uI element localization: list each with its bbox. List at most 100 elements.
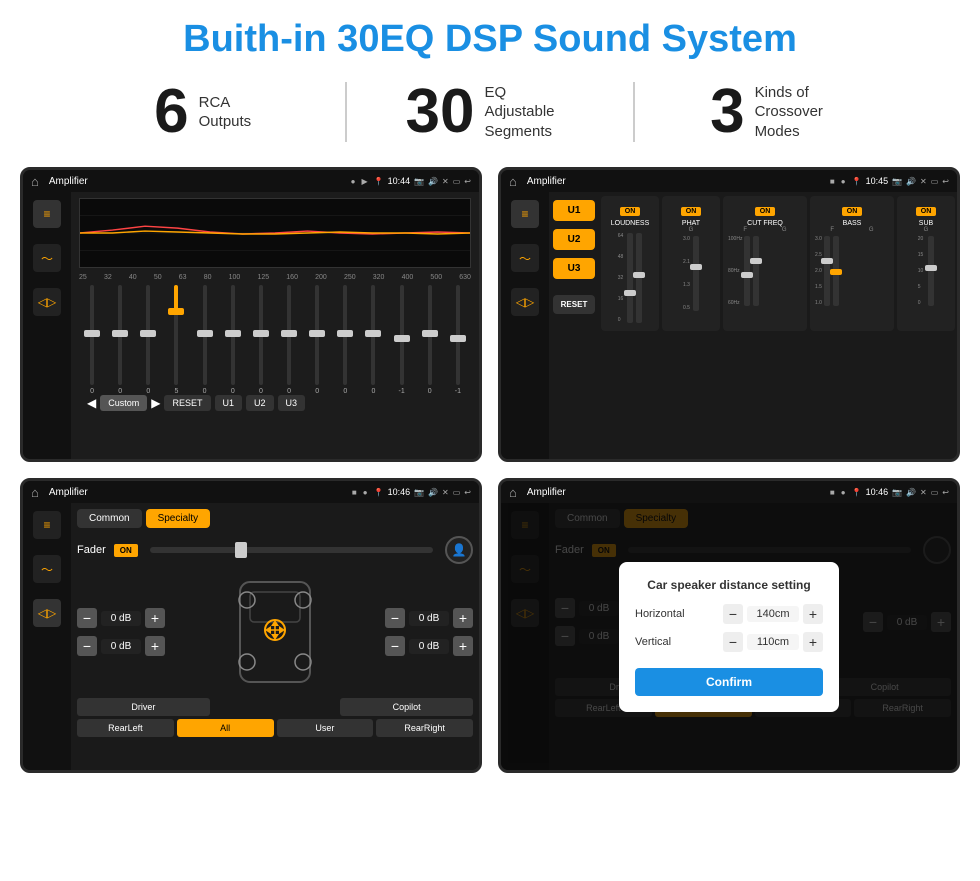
eq-wave-icon[interactable]: 〜 xyxy=(33,244,61,272)
stat-rca-text: RCAOutputs xyxy=(199,93,252,132)
rl-minus[interactable]: − xyxy=(77,636,97,656)
loudness-toggle[interactable]: ON xyxy=(620,207,641,216)
rearright-btn[interactable]: RearRight xyxy=(376,719,473,737)
copilot-btn[interactable]: Copilot xyxy=(340,698,473,716)
rl-plus[interactable]: + xyxy=(145,636,165,656)
vertical-minus[interactable]: − xyxy=(723,632,743,652)
cam-icon-3: 📷 xyxy=(414,488,424,497)
fader-user-icon[interactable]: 👤 xyxy=(445,536,473,564)
home-icon-1[interactable]: ⌂ xyxy=(31,174,39,189)
status-icons-1: 📍 10:44 📷 🔊 ✕ ▭ ↩ xyxy=(374,176,471,186)
home-icon-4[interactable]: ⌂ xyxy=(509,485,517,500)
phat-toggle[interactable]: ON xyxy=(681,207,702,216)
screen-crossover: ⌂ Amplifier ■ ● 📍 10:45 📷 🔊 ✕ ▭ ↩ ≡ 〜 ◁▷… xyxy=(498,167,960,462)
cross-presets: U1 U2 U3 RESET xyxy=(549,192,599,459)
horizontal-minus[interactable]: − xyxy=(723,604,743,624)
cross-speaker-icon[interactable]: ◁▷ xyxy=(511,288,539,316)
eq-slider-13[interactable]: -1 xyxy=(445,285,471,395)
u2-btn[interactable]: U2 xyxy=(246,395,274,411)
eq-filter-icon[interactable]: ≡ xyxy=(33,200,61,228)
fr-plus[interactable]: + xyxy=(453,608,473,628)
eq-slider-2[interactable]: 0 xyxy=(135,285,161,395)
eq-slider-10[interactable]: 0 xyxy=(360,285,386,395)
vertical-ctrl: − 110cm + xyxy=(723,632,823,652)
cross-reset-btn[interactable]: RESET xyxy=(553,295,595,314)
next-btn[interactable]: ▶ xyxy=(151,396,160,410)
fr-minus[interactable]: − xyxy=(385,608,405,628)
right-levels: − 0 dB + − 0 dB + xyxy=(385,608,473,656)
dot2-icon-4: ● xyxy=(841,488,846,497)
vol-icon-2: 🔊 xyxy=(906,177,916,186)
eq-slider-4[interactable]: 0 xyxy=(192,285,218,395)
all-btn[interactable]: All xyxy=(177,719,274,737)
eq-sliders: 0 0 0 5 0 xyxy=(79,285,471,395)
user-btn[interactable]: User xyxy=(277,719,374,737)
vertical-plus[interactable]: + xyxy=(803,632,823,652)
reset-btn[interactable]: RESET xyxy=(164,395,210,411)
eq-slider-7[interactable]: 0 xyxy=(276,285,302,395)
fader-bottom-btns2: RearLeft All User RearRight xyxy=(77,719,473,737)
home-icon-3[interactable]: ⌂ xyxy=(31,485,39,500)
vol-icon-3: 🔊 xyxy=(428,488,438,497)
screen-eq: ⌂ Amplifier ● ▶ 📍 10:44 📷 🔊 ✕ ▭ ↩ ≡ 〜 ◁▷ xyxy=(20,167,482,462)
tab-common-3[interactable]: Common xyxy=(77,509,142,528)
preset-label: Custom xyxy=(100,395,147,411)
rr-plus[interactable]: + xyxy=(453,636,473,656)
cross-filter-icon[interactable]: ≡ xyxy=(511,200,539,228)
preset-u3[interactable]: U3 xyxy=(553,258,595,279)
fader-filter-icon[interactable]: ≡ xyxy=(33,511,61,539)
fr-val: 0 dB xyxy=(409,611,449,626)
back-icon-2: ↩ xyxy=(942,177,949,186)
window-icon-2: ▭ xyxy=(931,177,939,186)
status-bar-3: ⌂ Amplifier ■ ● 📍 10:46 📷 🔊 ✕ ▭ ↩ xyxy=(23,481,479,503)
cam-icon-4: 📷 xyxy=(892,488,902,497)
eq-slider-11[interactable]: -1 xyxy=(389,285,415,395)
screen3-title: Amplifier xyxy=(49,487,346,498)
eq-slider-0[interactable]: 0 xyxy=(79,285,105,395)
eq-slider-12[interactable]: 0 xyxy=(417,285,443,395)
stat-eq-number: 30 xyxy=(406,81,475,143)
fader-on-badge[interactable]: ON xyxy=(114,544,138,557)
car-diagram-wrap xyxy=(171,572,379,692)
page-title: Buith-in 30EQ DSP Sound System xyxy=(0,0,980,71)
cutfreq-toggle[interactable]: ON xyxy=(755,207,776,216)
eq-slider-6[interactable]: 0 xyxy=(248,285,274,395)
rr-minus[interactable]: − xyxy=(385,636,405,656)
preset-u1[interactable]: U1 xyxy=(553,200,595,221)
fader-speaker-icon[interactable]: ◁▷ xyxy=(33,599,61,627)
bass-toggle[interactable]: ON xyxy=(842,207,863,216)
cross-wave-icon[interactable]: 〜 xyxy=(511,244,539,272)
prev-btn[interactable]: ◀ xyxy=(87,396,96,410)
eq-slider-5[interactable]: 0 xyxy=(220,285,246,395)
pin-icon-1: 📍 xyxy=(374,177,384,186)
stat-crossover: 3 Kinds ofCrossover Modes xyxy=(635,81,920,143)
tab-specialty-3[interactable]: Specialty xyxy=(146,509,211,528)
sub-toggle[interactable]: ON xyxy=(916,207,937,216)
fader-header: Fader ON 👤 xyxy=(77,536,473,564)
fader-wave-icon[interactable]: 〜 xyxy=(33,555,61,583)
rearleft-btn[interactable]: RearLeft xyxy=(77,719,174,737)
level-row-fl: − 0 dB + xyxy=(77,608,165,628)
window-icon-3: ▭ xyxy=(453,488,461,497)
confirm-button[interactable]: Confirm xyxy=(635,668,823,696)
eq-slider-9[interactable]: 0 xyxy=(332,285,358,395)
stat-rca: 6 RCAOutputs xyxy=(60,81,345,143)
screen4-title: Amplifier xyxy=(527,487,824,498)
driver-btn[interactable]: Driver xyxy=(77,698,210,716)
u3-btn[interactable]: U3 xyxy=(278,395,306,411)
pin-icon-3: 📍 xyxy=(374,488,384,497)
pin-icon-4: 📍 xyxy=(852,488,862,497)
eq-slider-8[interactable]: 0 xyxy=(304,285,330,395)
preset-u2[interactable]: U2 xyxy=(553,229,595,250)
fl-plus[interactable]: + xyxy=(145,608,165,628)
fader-content: ≡ 〜 ◁▷ Common Specialty Fader ON � xyxy=(23,503,479,770)
u1-btn[interactable]: U1 xyxy=(215,395,243,411)
horizontal-plus[interactable]: + xyxy=(803,604,823,624)
eq-speaker-icon[interactable]: ◁▷ xyxy=(33,288,61,316)
eq-graph xyxy=(79,198,471,268)
eq-slider-3[interactable]: 5 xyxy=(163,285,189,395)
fl-minus[interactable]: − xyxy=(77,608,97,628)
window-icon-4: ▭ xyxy=(931,488,939,497)
home-icon-2[interactable]: ⌂ xyxy=(509,174,517,189)
eq-slider-1[interactable]: 0 xyxy=(107,285,133,395)
